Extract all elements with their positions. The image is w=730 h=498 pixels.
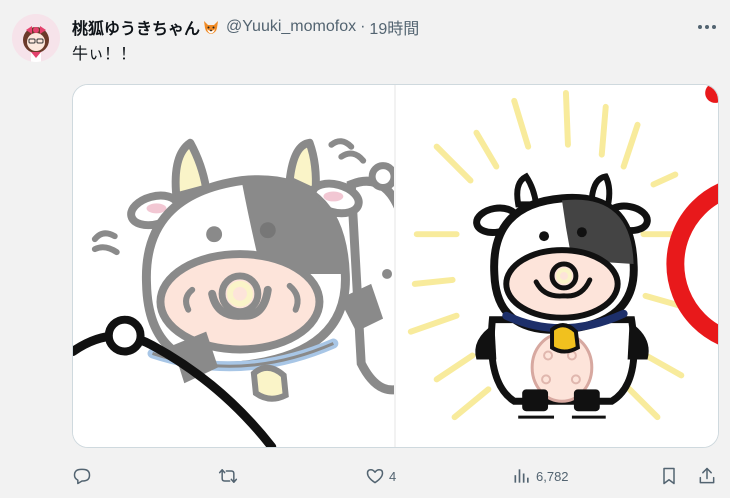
bookmark-button[interactable] [659, 462, 679, 490]
more-dots-icon [698, 25, 716, 29]
reply-button[interactable] [72, 462, 96, 490]
separator-dot: · [360, 18, 366, 35]
cow-illustration-gray [73, 138, 394, 447]
like-button[interactable]: 4 [365, 462, 396, 490]
fox-emoji-icon [202, 18, 220, 36]
bookmark-icon [663, 467, 675, 485]
avatar-image [12, 14, 60, 62]
cow-illustration-color [407, 85, 718, 421]
tweet-text: 牛ぃ！！ [72, 46, 137, 63]
user-handle[interactable]: @Yuuki_momofox [226, 18, 356, 36]
media-gallery [72, 84, 719, 448]
views-bar-icon [514, 469, 529, 483]
retweet-button[interactable] [218, 462, 242, 490]
views-count: 6,782 [536, 468, 569, 484]
more-options-button[interactable] [696, 16, 718, 38]
display-name[interactable]: 桃狐ゆうきちゃん [72, 15, 200, 39]
share-button[interactable] [697, 462, 717, 490]
views-button[interactable]: 6,782 [512, 462, 569, 490]
tweet-header: 桃狐ゆうきちゃん @Yuuki_momofox · 19時間 [72, 16, 419, 38]
like-count: 4 [389, 468, 397, 484]
retweet-icon [218, 469, 238, 483]
media-image-2[interactable] [396, 85, 718, 447]
tweet-actions: 4 6,782 [72, 462, 719, 490]
share-icon [699, 467, 715, 484]
media-image-1[interactable] [73, 85, 396, 447]
timestamp[interactable]: 19時間 [369, 15, 419, 39]
heart-icon [366, 469, 384, 484]
avatar[interactable] [12, 14, 60, 62]
reply-icon [73, 468, 91, 485]
